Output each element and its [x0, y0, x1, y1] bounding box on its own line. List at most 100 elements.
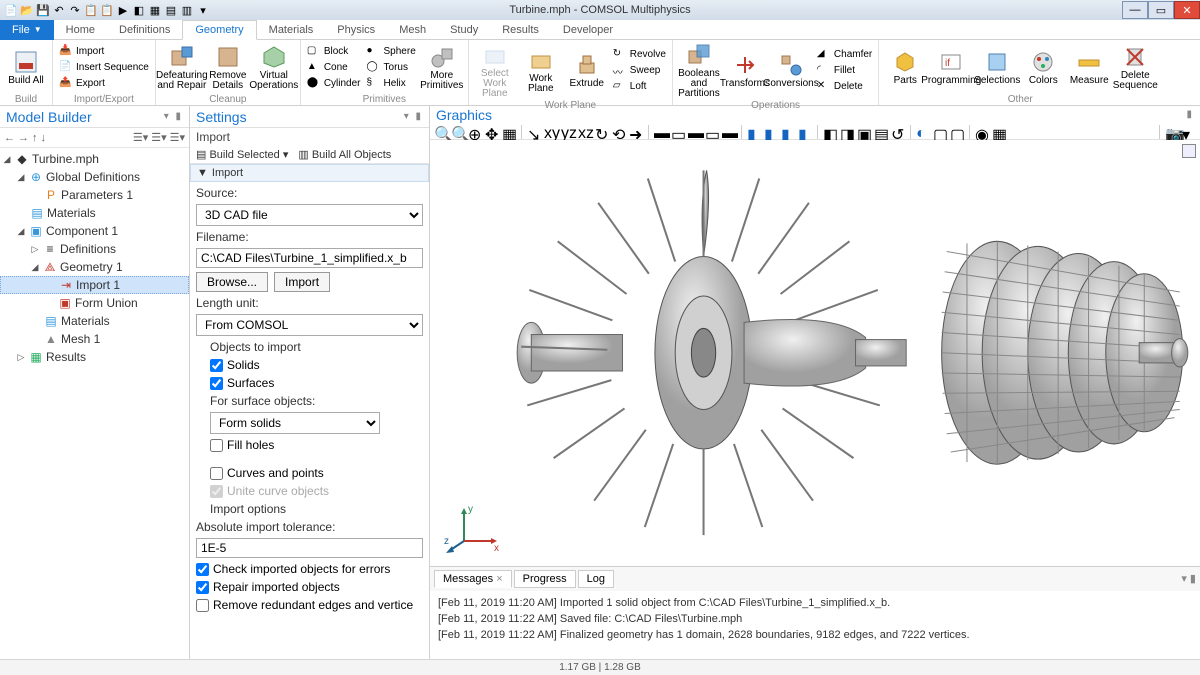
parts-button[interactable]: Parts	[885, 42, 925, 93]
sel3-icon[interactable]: ▮	[781, 125, 795, 139]
cylinder-button[interactable]: ⬤Cylinder	[307, 76, 361, 92]
tree-options-icon[interactable]: ☰▾	[170, 131, 185, 144]
remove-redundant-checkbox[interactable]: Remove redundant edges and vertice	[196, 598, 423, 612]
source-select[interactable]: 3D CAD file	[196, 204, 423, 226]
tab-geometry[interactable]: Geometry	[182, 20, 256, 40]
close-button[interactable]: ✕	[1174, 1, 1200, 19]
snapshot-icon[interactable]: 📷	[1165, 125, 1179, 139]
length-unit-select[interactable]: From COMSOL	[196, 314, 423, 336]
extrude-button[interactable]: Extrude	[567, 42, 607, 99]
sel4-icon[interactable]: ▮	[798, 125, 812, 139]
zoom-in-icon[interactable]: 🔍	[434, 125, 448, 139]
render1-icon[interactable]: ◧	[823, 125, 837, 139]
undo-icon[interactable]: ↶	[52, 3, 66, 17]
insert-sequence-button[interactable]: 📄Insert Sequence	[59, 60, 149, 76]
transforms-button[interactable]: Transforms	[725, 42, 765, 99]
selections-button[interactable]: Selections	[977, 42, 1017, 93]
minimize-button[interactable]: —	[1122, 1, 1148, 19]
conversions-button[interactable]: Conversions	[771, 42, 811, 99]
solids-checkbox[interactable]: Solids	[210, 358, 423, 372]
view5-icon[interactable]: ▬	[722, 125, 736, 139]
misc-icon[interactable]: ◧	[132, 3, 146, 17]
cone-button[interactable]: ▲Cone	[307, 60, 361, 76]
abs-tol-input[interactable]	[196, 538, 423, 558]
render4-icon[interactable]: ▤	[874, 125, 888, 139]
save-icon[interactable]: 💾	[36, 3, 50, 17]
run-icon[interactable]: ▶	[116, 3, 130, 17]
sel2-icon[interactable]: ▮	[764, 125, 778, 139]
misc3-icon[interactable]: ▤	[164, 3, 178, 17]
tree-node-import-1[interactable]: ⇥Import 1	[0, 276, 189, 294]
programming-button[interactable]: ifProgramming	[931, 42, 971, 93]
xy-view-icon[interactable]: ↘	[527, 125, 541, 139]
new-icon[interactable]: 📄	[4, 3, 18, 17]
zoom-out-icon[interactable]: 🔍	[451, 125, 465, 139]
helix-button[interactable]: §Helix	[367, 76, 416, 92]
clip2-icon[interactable]: ▢	[933, 125, 947, 139]
dropdown-icon[interactable]: ▾	[196, 3, 210, 17]
expand-icon[interactable]: ☰▾	[151, 131, 166, 144]
down-icon[interactable]: ↓	[41, 132, 47, 144]
tab-home[interactable]: Home	[54, 20, 107, 40]
copy-icon[interactable]: 📋	[84, 3, 98, 17]
pan-icon[interactable]: ✥	[485, 125, 499, 139]
surfaces-checkbox[interactable]: Surfaces	[210, 376, 423, 390]
misc2-icon[interactable]: ▦	[148, 3, 162, 17]
tab-materials[interactable]: Materials	[257, 20, 326, 40]
tab-progress[interactable]: Progress	[514, 570, 576, 588]
tab-mesh[interactable]: Mesh	[387, 20, 438, 40]
tab-messages[interactable]: Messages ×	[434, 570, 512, 588]
colors-button[interactable]: Colors	[1023, 42, 1063, 93]
tab-definitions[interactable]: Definitions	[107, 20, 182, 40]
print-icon[interactable]: ▾	[1182, 125, 1196, 139]
surface-objects-select[interactable]: Form solids	[210, 412, 380, 434]
section-import[interactable]: ▼Import	[190, 164, 429, 182]
clip1-icon[interactable]: ◐	[916, 125, 930, 139]
rotate-icon[interactable]: ↻	[595, 125, 609, 139]
import-file-button[interactable]: Import	[274, 272, 330, 292]
tab-log[interactable]: Log	[578, 570, 614, 588]
import-button[interactable]: 📥Import	[59, 44, 149, 60]
booleans-button[interactable]: Booleans and Partitions	[679, 42, 719, 99]
back-icon[interactable]: ←	[4, 132, 15, 144]
zoom-extents-icon[interactable]: ⊕	[468, 125, 482, 139]
messages-controls-icon[interactable]: ▾ ▮	[1181, 572, 1196, 585]
torus-button[interactable]: ◯Torus	[367, 60, 416, 76]
work-plane-button[interactable]: Work Plane	[521, 42, 561, 99]
check-errors-checkbox[interactable]: Check imported objects for errors	[196, 562, 423, 576]
misc4-icon[interactable]: ▥	[180, 3, 194, 17]
loft-button[interactable]: ▱Loft	[613, 79, 666, 95]
up-icon[interactable]: ↑	[32, 132, 38, 144]
repair-checkbox[interactable]: Repair imported objects	[196, 580, 423, 594]
graphics-controls-icon[interactable]: ▮	[1186, 109, 1194, 120]
panel-controls-icon[interactable]: ▾ ▮	[164, 111, 183, 122]
tab-physics[interactable]: Physics	[325, 20, 387, 40]
fill-holes-checkbox[interactable]: Fill holes	[210, 438, 423, 452]
measure-button[interactable]: Measure	[1069, 42, 1109, 93]
chamfer-button[interactable]: ◢Chamfer	[817, 47, 872, 63]
curves-points-checkbox[interactable]: Curves and points	[210, 466, 423, 480]
goto-icon[interactable]: ➜	[629, 125, 643, 139]
open-icon[interactable]: 📂	[20, 3, 34, 17]
paste-icon[interactable]: 📋	[100, 3, 114, 17]
xz2-view-icon[interactable]: xz	[578, 125, 592, 139]
sphere-button[interactable]: ●Sphere	[367, 44, 416, 60]
virtual-operations-button[interactable]: Virtual Operations	[254, 42, 294, 93]
forward-icon[interactable]: →	[18, 132, 29, 144]
settings-controls-icon[interactable]: ▾ ▮	[404, 111, 423, 122]
tab-results[interactable]: Results	[490, 20, 551, 40]
view4-icon[interactable]: ▭	[705, 125, 719, 139]
view2-icon[interactable]: ▭	[671, 125, 685, 139]
tab-developer[interactable]: Developer	[551, 20, 625, 40]
delete-sequence-button[interactable]: Delete Sequence	[1115, 42, 1155, 93]
view-cube-icon[interactable]	[1182, 144, 1196, 158]
delete-button[interactable]: ✕Delete	[817, 79, 872, 95]
render5-icon[interactable]: ↺	[891, 125, 905, 139]
tab-study[interactable]: Study	[438, 20, 490, 40]
redo-icon[interactable]: ↷	[68, 3, 82, 17]
light-icon[interactable]: ◉	[975, 125, 989, 139]
fillet-button[interactable]: ◜Fillet	[817, 63, 872, 79]
sweep-button[interactable]: 〰Sweep	[613, 63, 666, 79]
render2-icon[interactable]: ◨	[840, 125, 854, 139]
block-button[interactable]: ▢Block	[307, 44, 361, 60]
